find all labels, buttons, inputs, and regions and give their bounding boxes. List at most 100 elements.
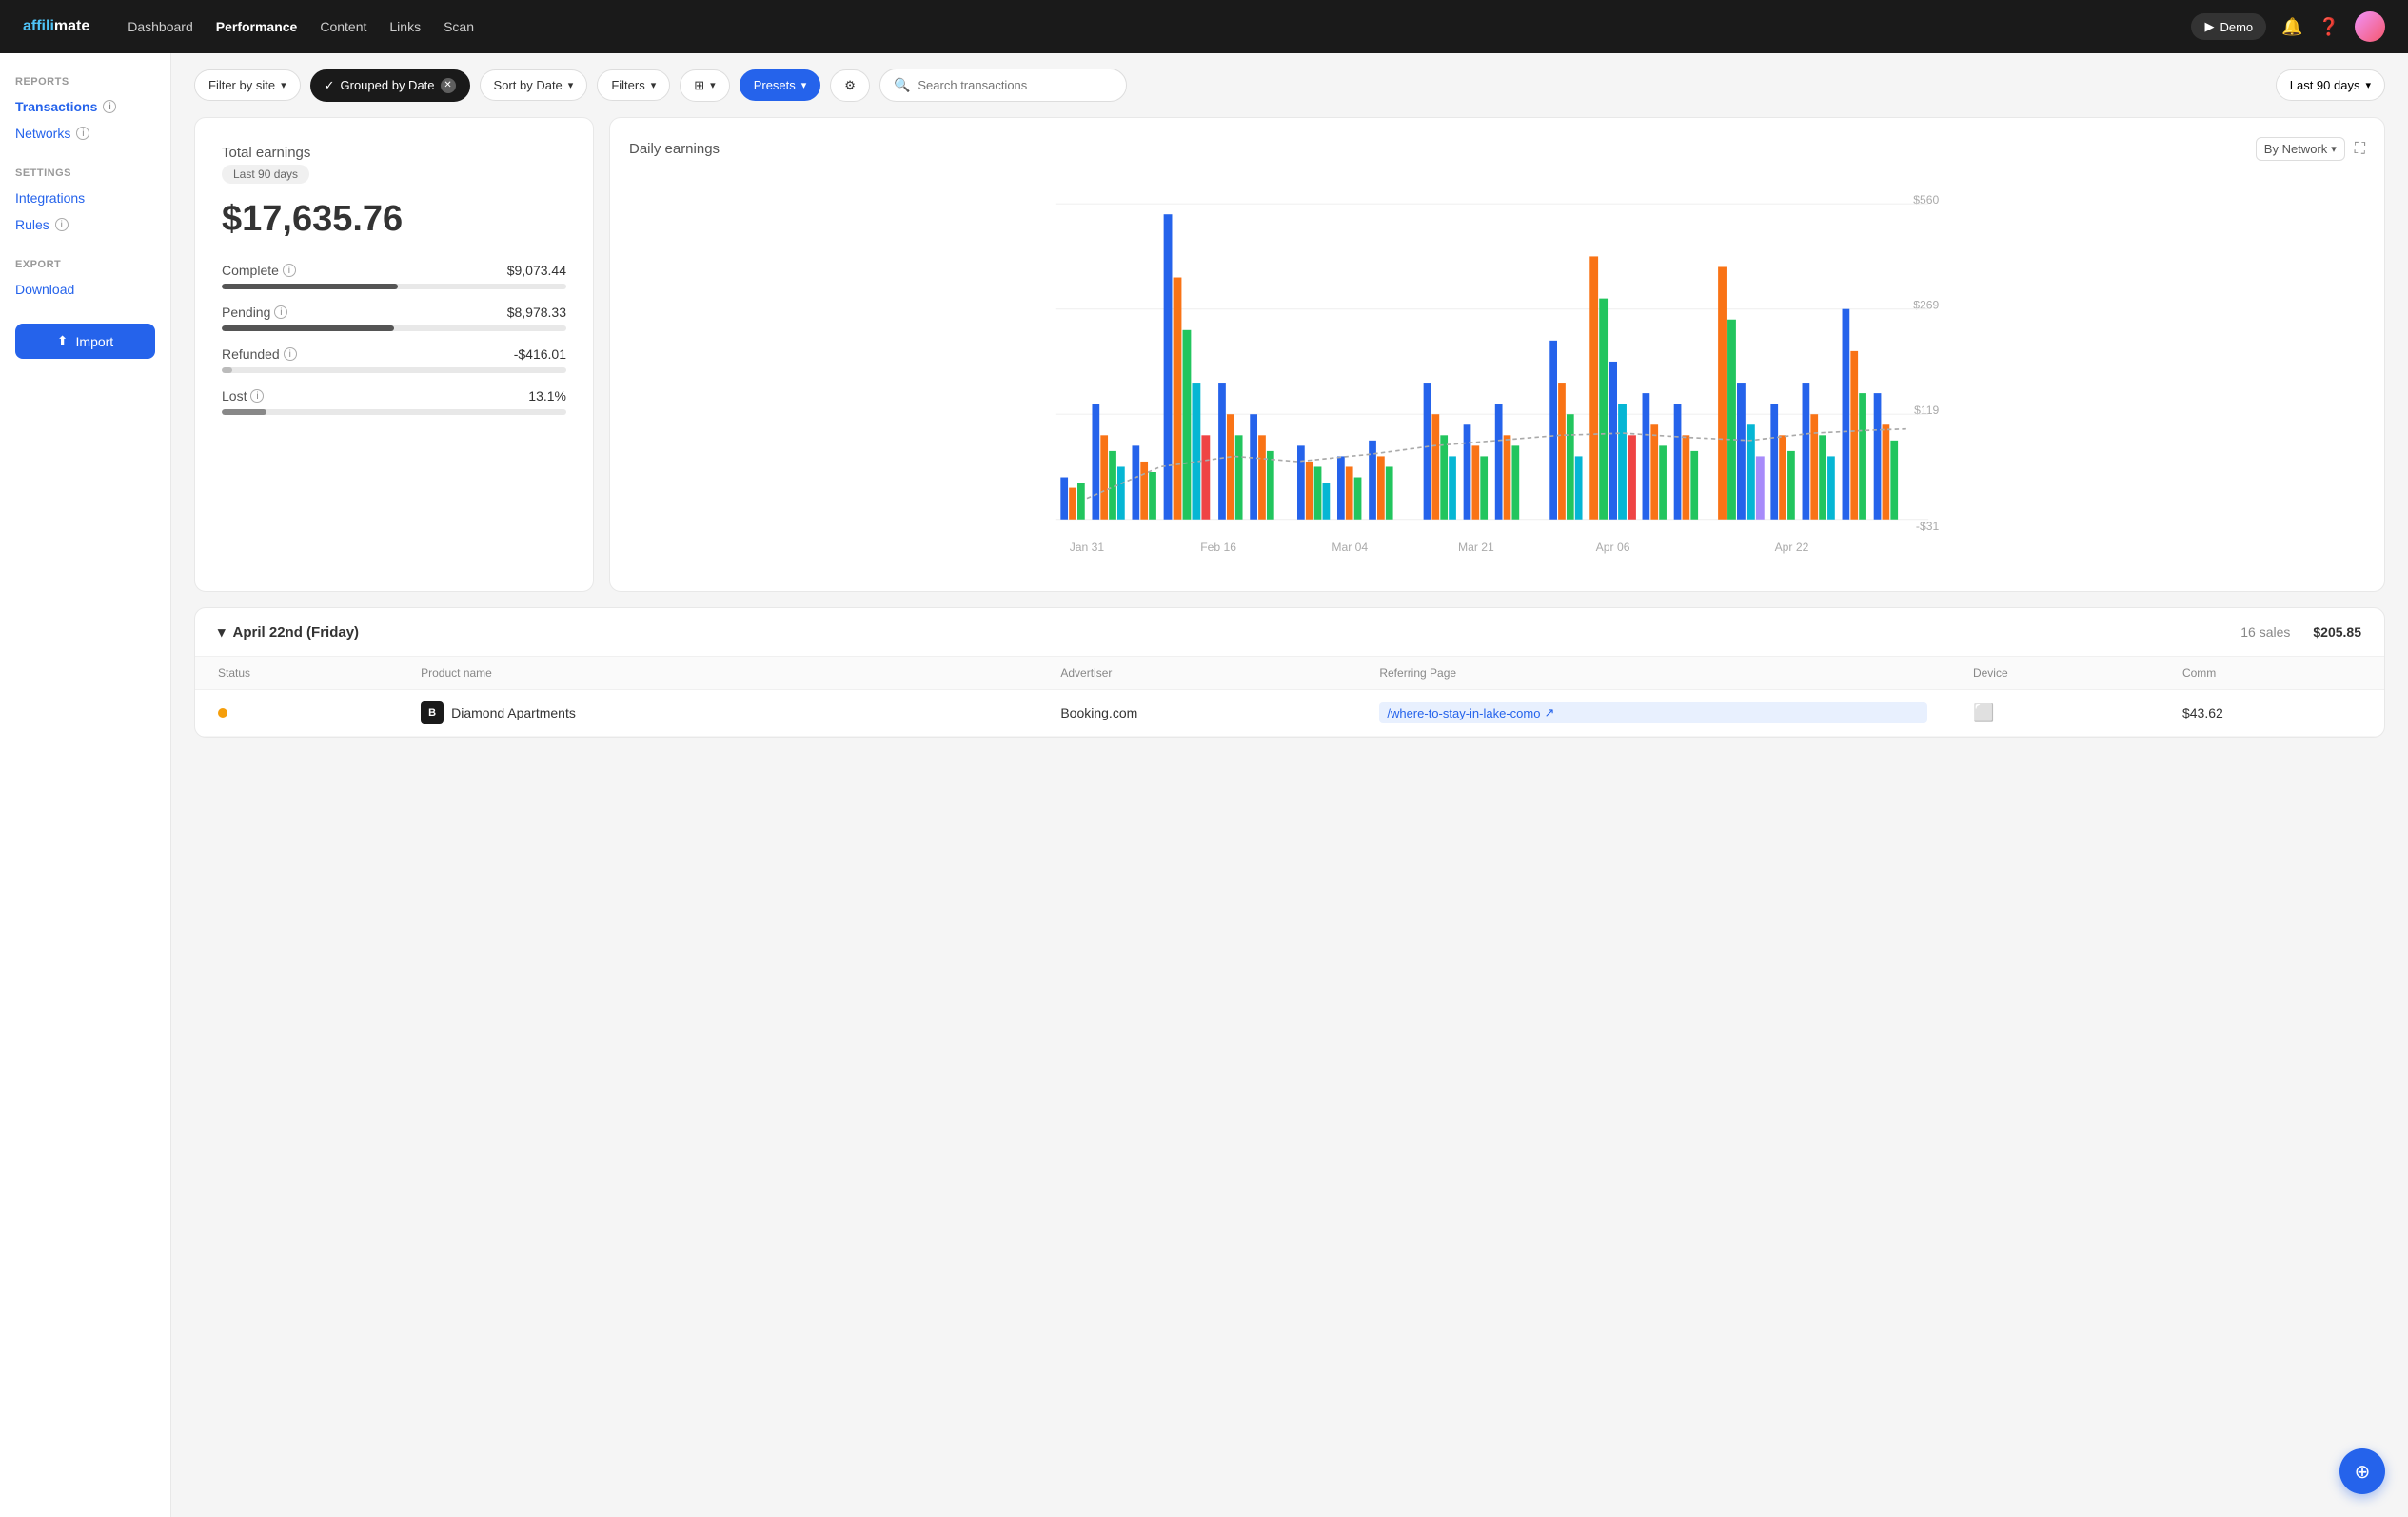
help-fab-button[interactable]: ⊕ (2339, 1448, 2385, 1494)
refunded-value: -$416.01 (514, 346, 566, 362)
advertiser-cell: Booking.com (1037, 690, 1356, 737)
earnings-row-complete: Complete i $9,073.44 (222, 263, 566, 289)
topnav: affilimate Dashboard Performance Content… (0, 0, 2408, 53)
close-icon[interactable]: ✕ (441, 78, 456, 93)
col-advertiser: Advertiser (1037, 657, 1356, 690)
complete-progress-fill (222, 284, 398, 289)
search-input[interactable] (918, 78, 1113, 92)
sidebar-item-transactions[interactable]: Transactions i (15, 95, 155, 118)
video-icon: ▶ (2204, 19, 2214, 34)
nav-performance[interactable]: Performance (216, 19, 298, 34)
sort-by-date-button[interactable]: Sort by Date ▾ (480, 69, 588, 101)
svg-text:$560: $560 (1913, 193, 1939, 207)
refunded-label: Refunded i (222, 346, 297, 362)
topnav-right: ▶ Demo 🔔 ❓ (2191, 11, 2385, 42)
referring-page-cell: /where-to-stay-in-lake-como ↗ (1356, 690, 1950, 737)
chart-header: Daily earnings By Network ▾ ⛶ (629, 137, 2365, 161)
sidebar-item-rules[interactable]: Rules i (15, 213, 155, 236)
earnings-row-pending: Pending i $8,978.33 (222, 305, 566, 331)
transactions-info-icon[interactable]: i (103, 100, 116, 113)
transactions-summary: 16 sales $205.85 (2240, 624, 2361, 640)
filter-bar: Filter by site ▾ ✓ Grouped by Date ✕ Sor… (194, 69, 2385, 102)
svg-text:Jan 31: Jan 31 (1070, 541, 1105, 554)
search-icon: 🔍 (894, 77, 910, 93)
svg-text:Mar 21: Mar 21 (1458, 541, 1494, 554)
spacer-cell (919, 690, 1038, 737)
earnings-period-badge: Last 90 days (222, 165, 309, 184)
networks-info-icon[interactable]: i (76, 127, 89, 140)
transactions-table: Status Product name Advertiser Referring… (195, 657, 2384, 737)
sidebar-item-networks[interactable]: Networks i (15, 122, 155, 145)
svg-text:Feb 16: Feb 16 (1200, 541, 1236, 554)
reports-section-label: REPORTS (15, 76, 155, 88)
chevron-down-icon: ▾ (710, 79, 716, 91)
sidebar-item-download[interactable]: Download (15, 278, 155, 301)
col-referring-page: Referring Page (1356, 657, 1950, 690)
chart-svg: $560 $269 $119 -$31 (629, 172, 2365, 572)
svg-text:$269: $269 (1913, 299, 1939, 312)
nav-links[interactable]: Links (389, 19, 421, 34)
expand-icon[interactable]: ⛶ (2355, 141, 2365, 158)
earnings-card-title: Total earnings (222, 145, 566, 161)
sidebar: REPORTS Transactions i Networks i SETTIN… (0, 53, 171, 1517)
chevron-down-icon: ▾ (651, 79, 657, 91)
nav-scan[interactable]: Scan (444, 19, 474, 34)
complete-info-icon[interactable]: i (283, 264, 296, 277)
nav-dashboard[interactable]: Dashboard (128, 19, 193, 34)
settings-section-label: SETTINGS (15, 167, 155, 179)
lost-info-icon[interactable]: i (250, 389, 264, 403)
search-box[interactable]: 🔍 (879, 69, 1127, 102)
complete-progress-bg (222, 284, 566, 289)
grouped-by-date-button[interactable]: ✓ Grouped by Date ✕ (310, 69, 470, 102)
columns-icon: ⊞ (694, 78, 704, 93)
refunded-progress-bg (222, 367, 566, 373)
import-button[interactable]: ⬆ Import (15, 324, 155, 359)
help-icon[interactable]: ❓ (2319, 17, 2339, 37)
chevron-down-icon: ▾ (801, 79, 807, 91)
chevron-down-icon[interactable]: ▾ (218, 623, 226, 640)
chevron-down-icon: ▾ (2331, 143, 2337, 155)
chart-controls: By Network ▾ ⛶ (2256, 137, 2365, 161)
content-grid: Total earnings Last 90 days $17,635.76 C… (194, 117, 2385, 592)
pending-info-icon[interactable]: i (274, 305, 287, 319)
col-status: Status (195, 657, 398, 690)
demo-button[interactable]: ▶ Demo (2191, 13, 2266, 40)
chevron-down-icon: ▾ (2365, 79, 2371, 91)
lost-progress-fill (222, 409, 266, 415)
filter-by-site-button[interactable]: Filter by site ▾ (194, 69, 301, 101)
logo[interactable]: affilimate (23, 18, 89, 35)
transactions-header: ▾ April 22nd (Friday) 16 sales $205.85 (195, 608, 2384, 657)
svg-text:Apr 22: Apr 22 (1775, 541, 1809, 554)
sliders-icon: ⚙ (844, 78, 856, 93)
rules-info-icon[interactable]: i (55, 218, 69, 231)
table-container: Status Product name Advertiser Referring… (195, 657, 2384, 737)
pending-label: Pending i (222, 305, 287, 320)
product-cell: B Diamond Apartments (398, 690, 919, 737)
filters-button[interactable]: Filters ▾ (597, 69, 670, 101)
refunded-info-icon[interactable]: i (284, 347, 297, 361)
date-range-button[interactable]: Last 90 days ▾ (2276, 69, 2385, 101)
sidebar-item-integrations[interactable]: Integrations (15, 187, 155, 209)
svg-text:Mar 04: Mar 04 (1332, 541, 1368, 554)
by-network-button[interactable]: By Network ▾ (2256, 137, 2345, 161)
col-spacer (919, 657, 1038, 690)
columns-button[interactable]: ⊞ ▾ (680, 69, 729, 102)
layout: REPORTS Transactions i Networks i SETTIN… (0, 53, 2408, 1517)
complete-label: Complete i (222, 263, 296, 278)
avatar[interactable] (2355, 11, 2385, 42)
svg-text:$119: $119 (1914, 404, 1939, 417)
bell-icon[interactable]: 🔔 (2281, 17, 2302, 37)
chevron-down-icon: ▾ (281, 79, 286, 91)
nav-content[interactable]: Content (320, 19, 366, 34)
presets-button[interactable]: Presets ▾ (740, 69, 821, 101)
commission-cell: $43.62 (2160, 690, 2384, 737)
adjust-icon-button[interactable]: ⚙ (830, 69, 870, 102)
advertiser-logo-icon: B (421, 701, 444, 724)
chevron-down-icon: ▾ (568, 79, 574, 91)
page-link[interactable]: /where-to-stay-in-lake-como ↗ (1379, 702, 1927, 723)
pending-progress-bg (222, 325, 566, 331)
chart-container: $560 $269 $119 -$31 (629, 172, 2365, 572)
table-body: B Diamond Apartments Booking.com /where-… (195, 690, 2384, 737)
pending-value: $8,978.33 (507, 305, 566, 320)
earnings-card: Total earnings Last 90 days $17,635.76 C… (194, 117, 594, 592)
